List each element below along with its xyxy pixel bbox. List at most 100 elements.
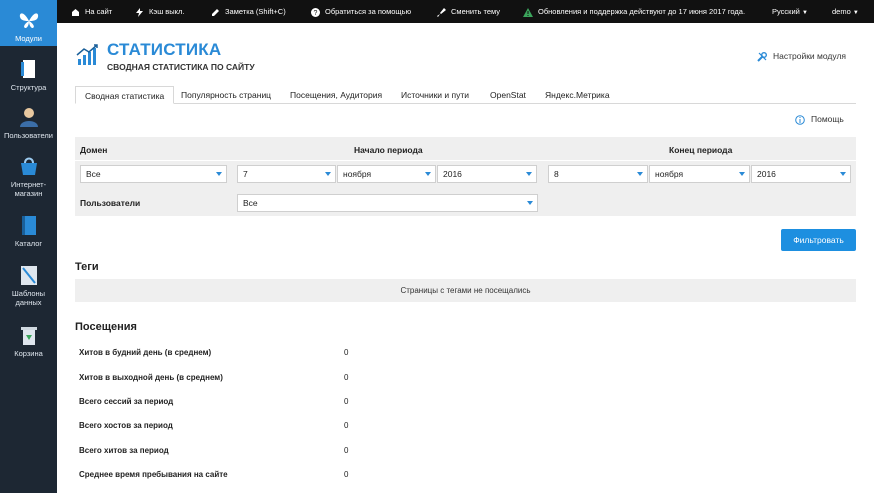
- support-label: Обратиться за помощью: [325, 7, 412, 16]
- users-select-value: Все: [243, 198, 258, 208]
- cache-label: Кэш выкл.: [149, 7, 185, 16]
- sidebar-item-structure[interactable]: Структура: [0, 58, 57, 92]
- support-link[interactable]: ? Обратиться за помощью: [311, 0, 411, 23]
- end-year-select[interactable]: 2016: [751, 165, 851, 183]
- home-icon: [72, 8, 79, 16]
- stat-value: 0: [344, 397, 349, 406]
- domain-select[interactable]: Все: [80, 165, 227, 183]
- stat-label: Среднее время пребывания на сайте: [79, 470, 228, 479]
- sidebar-item-catalog[interactable]: Каталог: [0, 214, 57, 248]
- pencil-icon: [212, 8, 219, 16]
- theme-label: Сменить тему: [451, 7, 501, 16]
- chevron-down-icon: [425, 172, 431, 176]
- note-button[interactable]: Заметка (Shift+C): [211, 0, 286, 23]
- help-link[interactable]: Помощь: [795, 114, 844, 125]
- tab-visits[interactable]: Посещения, Аудитория: [281, 86, 391, 104]
- chevron-down-icon: [840, 172, 846, 176]
- stat-label: Всего сессий за период: [79, 397, 174, 406]
- end-year-value: 2016: [757, 169, 776, 179]
- sidebar-item-modules[interactable]: Модули: [0, 0, 57, 46]
- sidebar-item-label: Интернет-магазин: [10, 180, 47, 198]
- stat-value: 0: [344, 373, 349, 382]
- tab-openstat[interactable]: OpenStat: [481, 86, 535, 104]
- start-year-value: 2016: [443, 169, 462, 179]
- to-site-label: На сайт: [85, 7, 113, 16]
- top-bar: На сайт Кэш выкл. Заметка (Shift+C) ? Обр…: [57, 0, 874, 23]
- sidebar-item-templates[interactable]: Шаблоны данных: [0, 264, 57, 307]
- user-menu[interactable]: demo ▼: [832, 0, 859, 23]
- sidebar-item-shop[interactable]: Интернет-магазин: [0, 155, 57, 198]
- end-day-select[interactable]: 8: [548, 165, 648, 183]
- templates-icon: [20, 266, 37, 285]
- start-month-value: ноября: [343, 169, 372, 179]
- period-end-label: Конец периода: [669, 145, 733, 155]
- cache-toggle[interactable]: Кэш выкл.: [135, 0, 185, 23]
- sidebar-item-trash[interactable]: Корзина: [0, 324, 57, 358]
- end-month-value: ноября: [655, 169, 684, 179]
- sidebar: Модули Структура Пользователи Интернет-м…: [0, 0, 57, 493]
- tab-bar: Сводная статистика Популярность страниц …: [75, 86, 856, 104]
- start-day-select[interactable]: 7: [237, 165, 336, 183]
- updates-label: Обновления и поддержка действуют до 17 и…: [538, 7, 746, 16]
- sidebar-item-label: Модули: [15, 34, 42, 43]
- end-month-select[interactable]: ноября: [649, 165, 750, 183]
- tags-empty-message: Страницы с тегами не посещались: [75, 279, 856, 302]
- sidebar-item-users[interactable]: Пользователи: [0, 106, 57, 140]
- chevron-down-icon: [216, 172, 222, 176]
- start-day-value: 7: [243, 169, 248, 179]
- users-select[interactable]: Все: [237, 194, 538, 212]
- language-label: Русский: [772, 7, 800, 16]
- help-label: Помощь: [811, 114, 844, 124]
- updates-notice[interactable]: Обновления и поддержка действуют до 17 и…: [523, 0, 745, 23]
- users-label: Пользователи: [80, 198, 141, 208]
- page-title: СТАТИСТИКА: [107, 40, 222, 59]
- chevron-down-icon: [325, 172, 331, 176]
- module-settings-link[interactable]: Настройки модуля: [757, 51, 846, 62]
- caret-down-icon: ▼: [801, 10, 808, 16]
- stat-label: Хитов в выходной день (в среднем): [79, 373, 223, 382]
- tab-popularity[interactable]: Популярность страниц: [172, 86, 280, 104]
- sidebar-item-label: Корзина: [14, 349, 43, 358]
- wrench-icon: [757, 51, 767, 62]
- chevron-down-icon: [637, 172, 643, 176]
- domain-select-value: Все: [86, 169, 101, 179]
- sidebar-item-label: Структура: [10, 83, 47, 92]
- to-site-link[interactable]: На сайт: [71, 0, 112, 23]
- tab-yandex-metrika[interactable]: Яндекс.Метрика: [536, 86, 619, 104]
- module-settings-label: Настройки модуля: [773, 51, 847, 61]
- filter-button[interactable]: Фильтровать: [781, 229, 856, 251]
- start-year-select[interactable]: 2016: [437, 165, 537, 183]
- warning-icon: [523, 7, 533, 17]
- stat-value: 0: [344, 446, 349, 455]
- shop-icon: [20, 157, 37, 175]
- stat-value: 0: [344, 348, 349, 357]
- end-day-value: 8: [554, 169, 559, 179]
- stat-label: Хитов в будний день (в среднем): [79, 348, 212, 357]
- visits-section-title: Посещения: [75, 321, 137, 333]
- stat-label: Всего хитов за период: [79, 446, 169, 455]
- svg-text:?: ?: [314, 10, 318, 17]
- info-icon: [795, 114, 805, 125]
- tab-sources[interactable]: Источники и пути: [392, 86, 478, 104]
- brush-icon: [437, 7, 446, 17]
- question-icon: ?: [311, 7, 320, 17]
- theme-button[interactable]: Сменить тему: [437, 0, 500, 23]
- tags-section-title: Теги: [75, 261, 99, 273]
- structure-icon: [20, 60, 35, 78]
- lightning-icon: [136, 7, 143, 17]
- stat-value: 0: [344, 421, 349, 430]
- domain-label: Домен: [80, 145, 108, 155]
- caret-down-icon: ▼: [852, 10, 859, 16]
- catalog-icon: [21, 216, 36, 235]
- tab-summary[interactable]: Сводная статистика: [75, 86, 175, 104]
- page-subtitle: СВОДНАЯ СТАТИСТИКА ПО САЙТУ: [107, 62, 255, 72]
- start-month-select[interactable]: ноября: [337, 165, 436, 183]
- sidebar-item-label: Пользователи: [4, 131, 53, 140]
- statistics-icon: [76, 44, 98, 65]
- language-select[interactable]: Русский ▼: [772, 0, 808, 23]
- trash-icon: [20, 327, 37, 345]
- chevron-down-icon: [739, 172, 745, 176]
- stat-value: 0: [344, 470, 349, 479]
- note-label: Заметка (Shift+C): [225, 7, 286, 16]
- butterfly-icon: [19, 13, 38, 28]
